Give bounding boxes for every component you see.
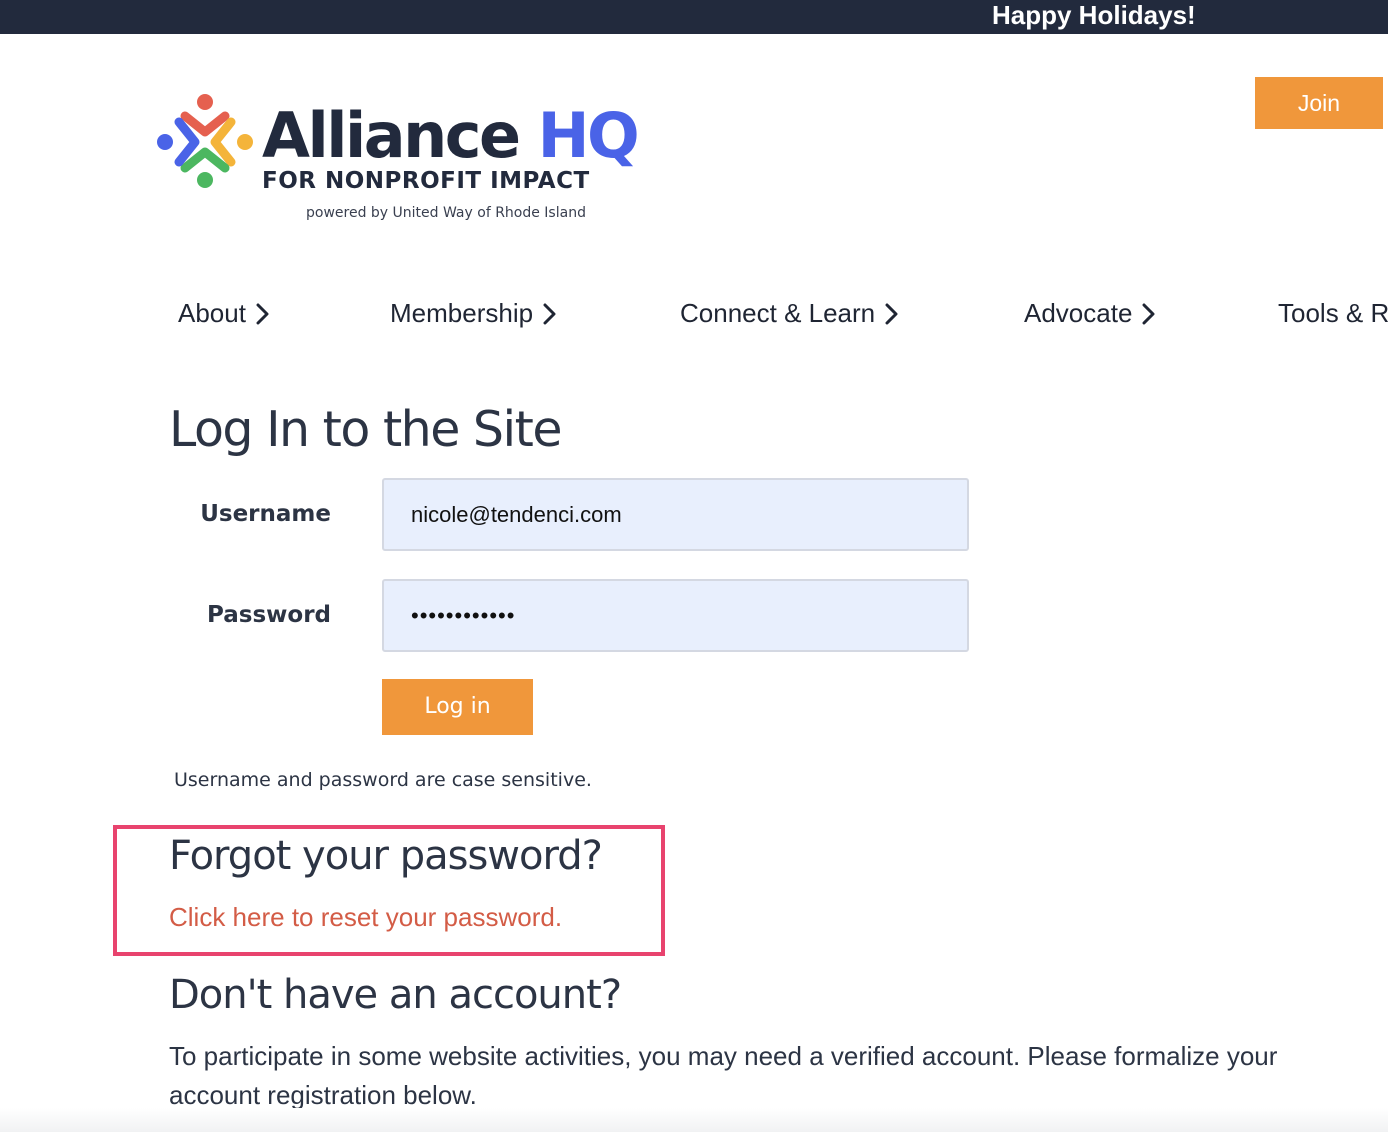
nav-item-label: Membership xyxy=(390,298,534,328)
case-sensitive-note: Username and password are case sensitive… xyxy=(174,769,592,791)
logo-wordmark: Alliance HQ xyxy=(262,98,640,174)
nav-item-about[interactable]: About xyxy=(178,295,272,331)
chevron-right-icon xyxy=(256,303,269,325)
site-logo[interactable]: Alliance HQ FOR NONPROFIT IMPACT powered… xyxy=(155,92,640,232)
signup-heading: Don't have an account? xyxy=(169,972,622,1018)
logo-name-accent: HQ xyxy=(537,99,640,172)
nav-item-advocate[interactable]: Advocate xyxy=(1024,295,1158,331)
chevron-right-icon xyxy=(1142,303,1155,325)
chevron-right-icon xyxy=(885,303,898,325)
password-input[interactable] xyxy=(382,579,969,652)
forgot-password-heading: Forgot your password? xyxy=(169,833,603,879)
logo-tagline: FOR NONPROFIT IMPACT xyxy=(262,168,590,194)
signup-description: To participate in some website activitie… xyxy=(169,1041,1278,1110)
alliance-logo-icon xyxy=(157,94,253,188)
nav-item-label: Connect & Learn xyxy=(680,298,876,328)
nav-item-label: Advocate xyxy=(1024,298,1133,328)
nav-item-membership[interactable]: Membership xyxy=(390,295,559,331)
login-button[interactable]: Log in xyxy=(382,679,533,735)
nav-item-tools[interactable]: Tools & R xyxy=(1278,295,1388,331)
nav-item-label: Tools & R xyxy=(1278,298,1388,328)
nav-item-connect-learn[interactable]: Connect & Learn xyxy=(680,295,901,331)
page-title: Log In to the Site xyxy=(169,401,563,458)
username-input[interactable] xyxy=(382,478,969,551)
join-button[interactable]: Join xyxy=(1255,77,1383,129)
chevron-right-icon xyxy=(543,303,556,325)
announcement-bar: Happy Holidays! xyxy=(0,0,1388,34)
password-label: Password xyxy=(207,602,331,628)
reset-password-link[interactable]: Click here to reset your password. xyxy=(169,900,562,934)
nav-item-label: About xyxy=(178,298,246,328)
logo-powered-by: powered by United Way of Rhode Island xyxy=(306,205,586,221)
username-label: Username xyxy=(200,501,331,527)
page-bottom-edge xyxy=(0,1108,1388,1132)
announcement-text: Happy Holidays! xyxy=(992,0,1196,30)
logo-name-main: Alliance xyxy=(262,99,521,172)
